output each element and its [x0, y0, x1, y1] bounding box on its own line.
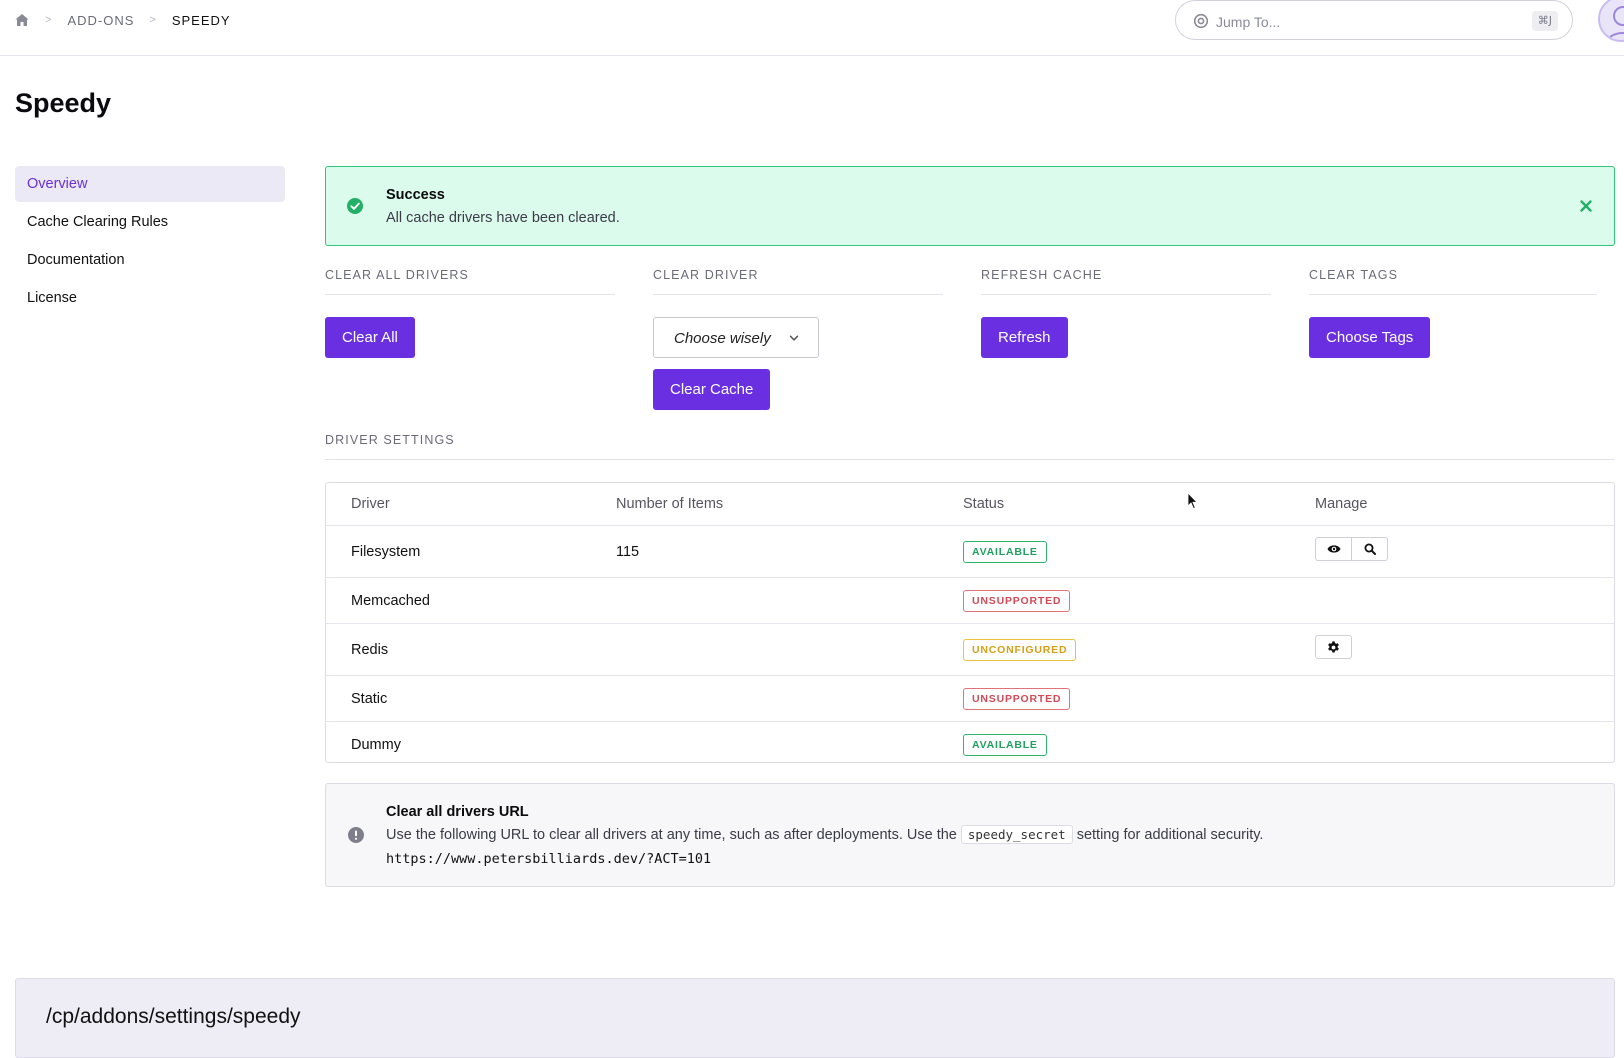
manage-toolbar [1315, 635, 1352, 659]
sidebar: Overview Cache Clearing Rules Documentat… [15, 166, 285, 318]
page-title: Speedy [15, 88, 112, 118]
info-text-after: setting for additional security. [1076, 827, 1264, 843]
breadcrumb-addons-link[interactable]: ADD-ONS [67, 13, 134, 28]
refresh-heading: REFRESH CACHE [981, 268, 1271, 295]
clear-all-button[interactable]: Clear All [325, 317, 415, 358]
status-badge: AVAILABLE [963, 540, 1047, 563]
info-text-before: Use the following URL to clear all drive… [386, 827, 957, 843]
clear-driver-section: CLEAR DRIVER [653, 268, 943, 295]
clear-tags-heading: CLEAR TAGS [1309, 268, 1597, 295]
avatar[interactable] [1598, 0, 1624, 42]
jump-to-input[interactable] [1214, 10, 1518, 34]
sidebar-item-overview[interactable]: Overview [15, 166, 285, 202]
target-icon [1193, 13, 1209, 29]
settings-button[interactable] [1316, 636, 1351, 658]
item-count [616, 722, 963, 763]
clear-driver-heading: CLEAR DRIVER [653, 268, 943, 295]
sidebar-item-documentation[interactable]: Documentation [15, 242, 285, 278]
eye-icon [1327, 545, 1340, 553]
shortcut-hint: ⌘J [1531, 11, 1558, 31]
driver-settings-heading: DRIVER SETTINGS [325, 433, 1615, 460]
manage-toolbar [1315, 537, 1388, 561]
success-alert: Success All cache drivers have been clea… [325, 166, 1615, 246]
column-header-items: Number of Items [616, 483, 963, 526]
breadcrumb-separator: > [45, 14, 53, 26]
status-badge: UNSUPPORTED [963, 589, 1071, 612]
table-header-row: Driver Number of Items Status Manage [326, 483, 1614, 526]
chevron-down-icon [789, 335, 799, 341]
close-icon[interactable] [1576, 196, 1596, 216]
column-header-driver: Driver [326, 483, 616, 526]
item-count [616, 623, 963, 676]
clear-drivers-url[interactable]: https://www.petersbilliards.dev/?ACT=101 [386, 851, 711, 867]
clear-tags-section: CLEAR TAGS [1309, 268, 1597, 295]
top-bar: > ADD-ONS > SPEEDY ⌘J [0, 0, 1624, 56]
table-row: Dummy AVAILABLE [326, 722, 1614, 763]
search-icon [1364, 543, 1376, 555]
driver-select-value: Choose wisely [674, 330, 771, 347]
sidebar-item-cache-clearing-rules[interactable]: Cache Clearing Rules [15, 204, 285, 240]
route-panel: /cp/addons/settings/speedy [15, 978, 1615, 1058]
table-row: Filesystem 115 AVAILABLE [326, 525, 1614, 578]
breadcrumb-current: SPEEDY [171, 12, 231, 28]
driver-name: Filesystem [326, 525, 616, 578]
alert-circle-icon [348, 827, 364, 843]
mouse-cursor-icon [1187, 492, 1198, 510]
status-badge: UNSUPPORTED [963, 687, 1071, 710]
table-row: Static UNSUPPORTED [326, 675, 1614, 722]
info-title: Clear all drivers URL [386, 804, 529, 820]
clear-cache-button[interactable]: Clear Cache [653, 369, 771, 410]
jump-to-search[interactable]: ⌘J [1175, 0, 1573, 40]
refresh-button[interactable]: Refresh [981, 317, 1068, 358]
choose-tags-button[interactable]: Choose Tags [1309, 317, 1431, 358]
clear-url-info: Clear all drivers URL Use the following … [325, 783, 1615, 887]
route-path: /cp/addons/settings/speedy [46, 1005, 301, 1028]
view-button[interactable] [1316, 538, 1351, 560]
alert-message: All cache drivers have been cleared. [386, 210, 620, 226]
home-icon[interactable] [14, 12, 30, 28]
column-header-manage: Manage [1315, 483, 1614, 526]
alert-title: Success [386, 187, 445, 203]
breadcrumb-separator: > [149, 14, 157, 26]
breadcrumb: > ADD-ONS > SPEEDY [14, 12, 231, 28]
table-row: Memcached UNSUPPORTED [326, 577, 1614, 624]
sidebar-item-license[interactable]: License [15, 280, 285, 316]
item-count [616, 577, 963, 624]
driver-name: Redis [326, 623, 616, 676]
driver-select[interactable]: Choose wisely [653, 317, 819, 358]
table-row: Redis UNCONFIGURED [326, 623, 1614, 676]
info-text: Use the following URL to clear all drive… [386, 825, 1264, 844]
refresh-section: REFRESH CACHE [981, 268, 1271, 295]
item-count [616, 675, 963, 722]
driver-table: Driver Number of Items Status Manage Fil… [325, 482, 1615, 763]
driver-name: Memcached [326, 577, 616, 624]
secret-setting-code: speedy_secret [960, 825, 1073, 844]
check-circle-icon [347, 198, 363, 214]
clear-all-heading: CLEAR ALL DRIVERS [325, 268, 615, 295]
gear-icon [1328, 640, 1339, 652]
inspect-button[interactable] [1351, 538, 1387, 560]
clear-all-section: CLEAR ALL DRIVERS [325, 268, 615, 295]
item-count: 115 [616, 525, 963, 578]
user-icon [1606, 6, 1624, 40]
status-badge: UNCONFIGURED [963, 638, 1077, 661]
column-header-status: Status [963, 483, 1315, 526]
driver-name: Static [326, 675, 616, 722]
driver-name: Dummy [351, 736, 401, 753]
status-badge: AVAILABLE [963, 733, 1047, 756]
